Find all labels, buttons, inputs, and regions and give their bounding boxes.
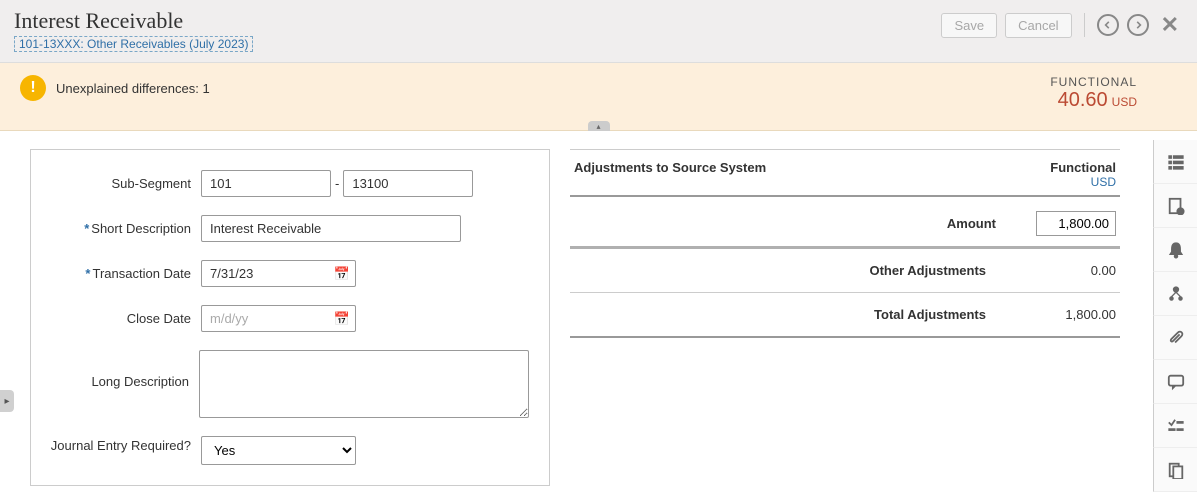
divider: [1084, 13, 1085, 37]
sub-segment-1-input[interactable]: [201, 170, 331, 197]
breadcrumb[interactable]: 101-13XXX: Other Receivables (July 2023): [14, 36, 253, 52]
expand-left-icon[interactable]: ▸: [0, 390, 14, 412]
next-record-button[interactable]: [1127, 14, 1149, 36]
label-short-description: *Short Description: [41, 215, 201, 236]
journal-entry-select[interactable]: Yes: [201, 436, 356, 465]
copy-icon[interactable]: [1153, 448, 1197, 492]
label-journal-entry: Journal Entry Required?: [41, 436, 201, 453]
adjustments-header-right: Functional: [1050, 160, 1116, 175]
row-long-description: Long Description: [41, 350, 529, 418]
adjustments-panel: Adjustments to Source System Functional …: [570, 149, 1130, 486]
functional-amount: 40.60: [1058, 89, 1108, 111]
label-close-date: Close Date: [41, 305, 201, 326]
row-close-date: Close Date 📅: [41, 305, 529, 332]
row-other-adjustments: Other Adjustments 0.00: [570, 249, 1120, 293]
label-sub-segment: Sub-Segment: [41, 170, 201, 191]
main-content: Sub-Segment - *Short Description *Transa…: [0, 131, 1197, 486]
user-tree-icon[interactable]: [1153, 272, 1197, 316]
checklist-icon[interactable]: [1153, 404, 1197, 448]
functional-label: FUNCTIONAL: [1050, 75, 1137, 89]
close-date-input[interactable]: [201, 305, 356, 332]
row-short-description: *Short Description: [41, 215, 529, 242]
prev-record-button[interactable]: [1097, 14, 1119, 36]
collapse-banner-icon[interactable]: ▴: [588, 121, 610, 131]
other-adjustments-value: 0.00: [1026, 263, 1116, 278]
warning-right: FUNCTIONAL 40.60 USD: [1050, 75, 1177, 112]
row-amount: Amount: [570, 197, 1120, 249]
total-adjustments-label: Total Adjustments: [574, 307, 1026, 322]
adjustments-currency: USD: [570, 173, 1120, 197]
comment-icon[interactable]: [1153, 360, 1197, 404]
close-icon[interactable]: ✕: [1157, 12, 1183, 38]
header-left: Interest Receivable 101-13XXX: Other Rec…: [14, 8, 253, 52]
amount-label: Amount: [574, 216, 1036, 231]
total-adjustments-value: 1,800.00: [1026, 307, 1116, 322]
details-panel: Sub-Segment - *Short Description *Transa…: [30, 149, 550, 486]
amount-input[interactable]: [1036, 211, 1116, 236]
row-transaction-date: *Transaction Date 📅: [41, 260, 529, 287]
bell-icon[interactable]: [1153, 228, 1197, 272]
page-title: Interest Receivable: [14, 8, 253, 34]
adjustments-table: Adjustments to Source System Functional …: [570, 149, 1120, 338]
warning-left: ! Unexplained differences: 1: [20, 75, 210, 101]
attachment-icon[interactable]: [1153, 316, 1197, 360]
other-adjustments-label: Other Adjustments: [574, 263, 1026, 278]
warning-icon: !: [20, 75, 46, 101]
long-description-input[interactable]: [199, 350, 529, 418]
transaction-date-input[interactable]: [201, 260, 356, 287]
functional-currency: USD: [1112, 95, 1137, 109]
segment-dash: -: [335, 176, 339, 191]
row-total-adjustments: Total Adjustments 1,800.00: [570, 293, 1120, 338]
warning-text: Unexplained differences: 1: [56, 81, 210, 96]
adjustments-header-group: Adjustments to Source System Functional …: [570, 149, 1120, 197]
page-header: Interest Receivable 101-13XXX: Other Rec…: [0, 0, 1197, 63]
row-sub-segment: Sub-Segment -: [41, 170, 529, 197]
adjustments-header-left: Adjustments to Source System: [574, 160, 766, 175]
save-button[interactable]: Save: [941, 13, 997, 38]
note-icon[interactable]: [1153, 184, 1197, 228]
warning-banner: ! Unexplained differences: 1 FUNCTIONAL …: [0, 63, 1197, 131]
short-description-input[interactable]: [201, 215, 461, 242]
header-actions: Save Cancel ✕: [941, 8, 1183, 38]
sidebar-rail: [1153, 140, 1197, 492]
row-journal-entry: Journal Entry Required? Yes: [41, 436, 529, 465]
label-transaction-date: *Transaction Date: [41, 260, 201, 281]
label-long-description: Long Description: [41, 350, 199, 389]
sub-segment-2-input[interactable]: [343, 170, 473, 197]
cancel-button[interactable]: Cancel: [1005, 13, 1071, 38]
list-icon[interactable]: [1153, 140, 1197, 184]
